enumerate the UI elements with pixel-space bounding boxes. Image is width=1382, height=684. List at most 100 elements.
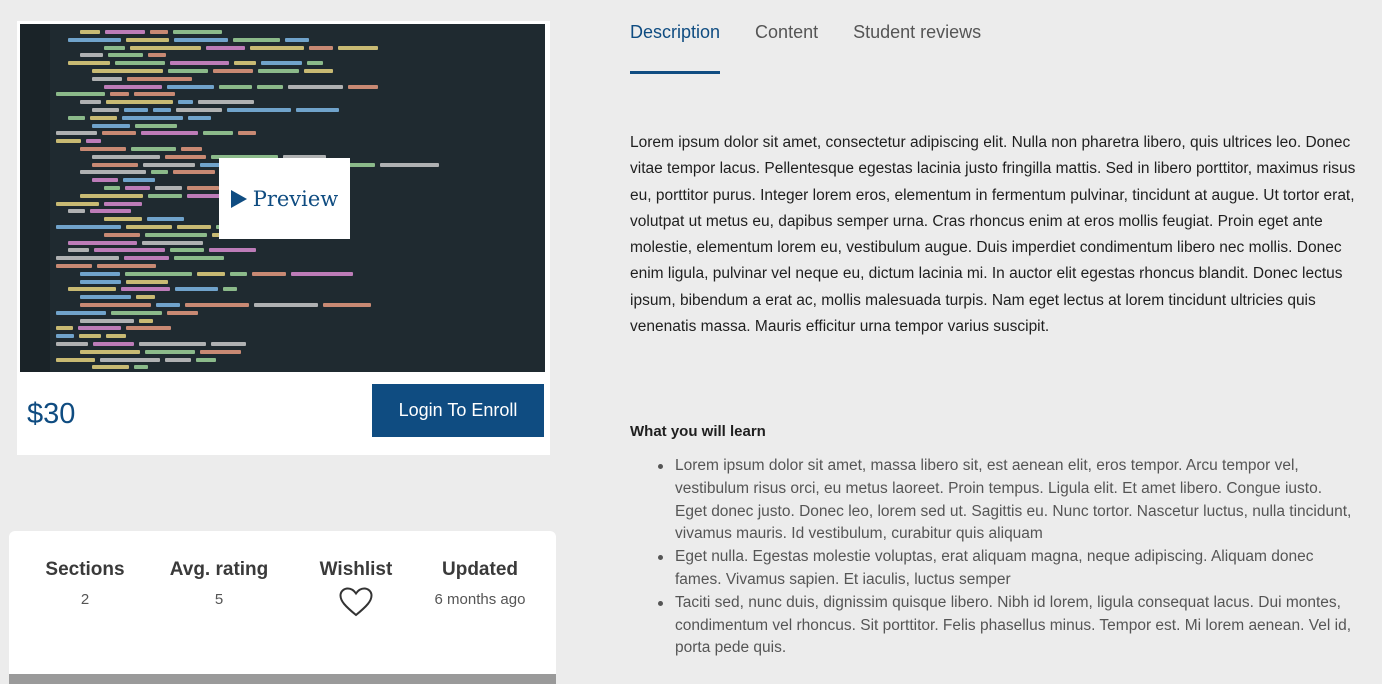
code-line [223, 287, 237, 292]
code-line [134, 92, 175, 97]
code-line [80, 303, 151, 307]
code-line [219, 84, 252, 89]
code-line [227, 108, 291, 112]
code-line [105, 30, 145, 34]
code-line [309, 45, 333, 50]
code-line [156, 303, 180, 307]
course-preview-image[interactable]: Preview [20, 24, 545, 372]
code-line [206, 45, 245, 50]
code-line [175, 287, 218, 292]
tab-content[interactable]: Content [755, 22, 818, 74]
code-line [68, 61, 110, 66]
code-line [187, 186, 219, 190]
code-line [93, 342, 134, 346]
code-line [104, 232, 140, 237]
code-line [143, 162, 195, 167]
code-line [80, 279, 121, 284]
sections-label: Sections [45, 559, 125, 580]
code-line [56, 264, 92, 268]
course-price: $30 [27, 398, 76, 430]
code-line [145, 232, 207, 237]
code-line [80, 100, 101, 105]
code-line [134, 365, 148, 370]
code-line [291, 271, 353, 276]
course-stats-card: Sections 2 Avg. rating 5 Wishlist Update… [9, 531, 556, 684]
list-item: Taciti sed, nunc duis, dignissim quisque… [653, 592, 1353, 660]
code-line [136, 295, 155, 300]
code-line [141, 131, 198, 136]
code-line [80, 349, 140, 354]
code-line [288, 84, 343, 89]
code-line [127, 76, 192, 81]
code-line [165, 357, 191, 362]
code-line [148, 193, 182, 198]
code-line [86, 139, 101, 144]
rating-value: 5 [214, 591, 224, 608]
code-line [92, 162, 138, 167]
login-to-enroll-button[interactable]: Login To Enroll [372, 384, 544, 437]
code-line [125, 186, 150, 190]
course-card: Preview $30 Login To Enroll [17, 21, 550, 455]
code-line [106, 334, 126, 339]
code-line [254, 303, 318, 307]
tab-description[interactable]: Description [630, 22, 721, 74]
code-line [68, 209, 85, 214]
code-line [94, 248, 165, 253]
code-line [252, 271, 286, 276]
code-line [177, 225, 211, 229]
rating-label: Avg. rating [169, 559, 269, 580]
code-line [80, 193, 143, 198]
code-line [56, 326, 73, 331]
code-line [257, 84, 283, 89]
code-line [56, 310, 106, 315]
wishlist-label: Wishlist [319, 559, 393, 580]
course-tabs: Description Content Student reviews [630, 22, 1016, 74]
code-line [168, 69, 208, 73]
code-line [139, 318, 153, 323]
code-line [296, 108, 339, 112]
code-line [104, 45, 125, 50]
code-line [148, 53, 166, 58]
code-line [213, 69, 253, 73]
code-line [80, 170, 146, 175]
code-line [135, 123, 177, 128]
code-line [197, 271, 225, 276]
code-line [307, 61, 323, 66]
code-line [338, 45, 378, 50]
stat-sections: Sections 2 [25, 559, 145, 608]
code-line [115, 61, 165, 66]
code-line [56, 139, 81, 144]
code-line [121, 287, 170, 292]
code-line [126, 326, 171, 331]
code-line [209, 248, 256, 253]
code-line [234, 61, 256, 66]
heart-icon[interactable] [339, 587, 373, 617]
code-line [80, 271, 120, 276]
learn-heading: What you will learn [630, 423, 766, 440]
code-line [110, 92, 129, 97]
code-line [80, 318, 134, 323]
code-line [181, 147, 202, 151]
code-line [68, 287, 116, 292]
code-line [178, 100, 193, 105]
code-line [56, 201, 99, 206]
preview-button[interactable]: Preview [219, 158, 350, 239]
code-line [188, 115, 211, 120]
code-line [173, 30, 222, 34]
code-line [68, 37, 121, 42]
play-icon [230, 189, 247, 208]
code-line [285, 37, 309, 42]
code-line [380, 162, 439, 167]
code-line [80, 53, 103, 58]
code-line [92, 123, 130, 128]
code-line [198, 100, 254, 105]
code-line [176, 108, 222, 112]
list-item: Lorem ipsum dolor sit amet, massa libero… [653, 455, 1353, 546]
code-line [211, 342, 246, 346]
code-line [92, 365, 129, 370]
code-line [104, 201, 142, 206]
code-line [130, 45, 201, 50]
code-line [165, 154, 206, 159]
tab-student-reviews[interactable]: Student reviews [853, 22, 981, 74]
code-line [131, 147, 176, 151]
